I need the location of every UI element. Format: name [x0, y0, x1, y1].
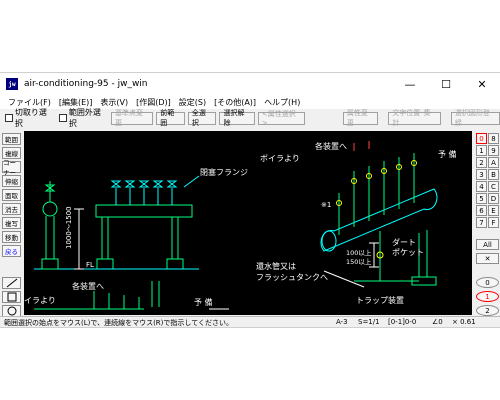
right-layer-panel: 0 8 1 9 2 A 3 B 4 C 5 D 6 E 7 F All ✕ 0 …: [474, 131, 500, 317]
layer-num-0[interactable]: 0: [476, 277, 499, 288]
layer-group-4[interactable]: 4: [476, 181, 487, 192]
layer-group-3[interactable]: 3: [476, 169, 487, 180]
tool-line[interactable]: [2, 277, 21, 289]
layer-group-1[interactable]: 1: [476, 145, 487, 156]
layer-all-button[interactable]: All: [476, 239, 499, 250]
height-dim-text: 1000～1500: [65, 206, 73, 249]
height-dimension: [74, 208, 84, 270]
tool-move[interactable]: 移動: [2, 231, 21, 243]
dirt-pocket-label-2: ポケット: [392, 248, 424, 257]
tool-undo[interactable]: 戻る: [2, 245, 21, 257]
to-devices-label-top: 各装置へ: [315, 141, 347, 151]
valve-row: [110, 175, 200, 205]
deselect-button[interactable]: 選択解除: [219, 109, 255, 127]
register-shape-button[interactable]: 選択図形登録: [450, 109, 500, 127]
trap-label: トラップ装置: [356, 295, 404, 305]
menu-other[interactable]: [その他(A)]: [214, 97, 256, 108]
layer-display[interactable]: [0-1]0-0: [388, 318, 416, 326]
layer-num-2[interactable]: 2: [476, 305, 499, 316]
flow-arrows: [353, 141, 370, 151]
tool-chamfer[interactable]: 面取: [2, 189, 21, 201]
outside-select-checkbox[interactable]: 範囲外選択: [59, 107, 108, 129]
attr-change-button[interactable]: 属性変更: [342, 109, 379, 127]
line-icon: [6, 278, 17, 288]
layer-group-d[interactable]: D: [488, 193, 499, 204]
minimize-button[interactable]: —: [392, 73, 428, 95]
checkbox-box[interactable]: [59, 114, 67, 122]
layer-group-c[interactable]: C: [488, 181, 499, 192]
dim-label-1: 100以上: [346, 248, 372, 257]
to-devices-label-bottom: 各装置へ: [72, 281, 104, 291]
layer-group-a[interactable]: A: [488, 157, 499, 168]
dirt-pocket-label-1: ダート: [392, 237, 416, 247]
angle-display[interactable]: ∠0: [432, 318, 443, 326]
rectangle-icon: [7, 292, 16, 302]
layer-group-9[interactable]: 9: [488, 145, 499, 156]
spare-label-bottom: 予 備: [194, 297, 213, 307]
menu-draw[interactable]: [作図(D)]: [136, 97, 171, 108]
layer-group-b[interactable]: B: [488, 169, 499, 180]
support-rack: [95, 204, 193, 270]
boiler-label-bottom: イラより: [24, 296, 56, 305]
note-mark: ※1: [321, 201, 331, 209]
crop-select-label: 切取り選択: [14, 108, 47, 128]
tool-stretch[interactable]: 伸縮: [2, 175, 21, 187]
header-pipe: [320, 188, 438, 252]
status-bar: 範囲選択の始点をマウス(L)で、連続線をマウス(R)で指示してください。 A-3…: [0, 316, 500, 327]
drawing-canvas[interactable]: 1000～1500 FL 閉塞フランジ ボイラより 各装置へ 予 備 ※1 ダー…: [24, 131, 472, 315]
attr-select-button[interactable]: <属性選択>: [257, 110, 305, 127]
flange-label: 閉塞フランジ: [200, 167, 248, 177]
checkbox-box[interactable]: [5, 114, 13, 122]
close-button[interactable]: ✕: [464, 73, 500, 95]
select-all-button[interactable]: 全選択: [187, 109, 217, 127]
maximize-button[interactable]: ☐: [428, 73, 464, 95]
menu-edit[interactable]: [編集(E)]: [59, 97, 93, 108]
window-title: air-conditioning-95 - jw_win: [24, 79, 148, 89]
base-point-change-button[interactable]: 基準点変更: [111, 109, 154, 127]
piping-drawing: 1000～1500 FL 閉塞フランジ ボイラより 各装置へ 予 備 ※1 ダー…: [24, 141, 457, 310]
menu-view[interactable]: 表示(V): [100, 97, 128, 108]
layer-group-e[interactable]: E: [488, 205, 499, 216]
layer-group-0[interactable]: 0: [476, 133, 487, 144]
crop-select-checkbox[interactable]: 切取り選択: [5, 107, 54, 129]
layer-group-2[interactable]: 2: [476, 157, 487, 168]
layer-group-f[interactable]: F: [488, 217, 499, 228]
selection-toolbar: 切取り選択 範囲外選択 基準点変更 前範囲 全選択 選択解除 <属性選択> 属性…: [0, 107, 500, 129]
menu-settings[interactable]: 設定(S): [179, 97, 206, 108]
layer-group-8[interactable]: 8: [488, 133, 499, 144]
tool-erase[interactable]: 消去: [2, 203, 21, 215]
zoom-display[interactable]: × 0.61: [452, 318, 476, 326]
return-label-2: フラッシュタンクへ: [256, 273, 328, 282]
outside-select-label: 範囲外選択: [68, 108, 101, 128]
layer-num-1[interactable]: 1: [476, 291, 499, 302]
status-message: 範囲選択の始点をマウス(L)で、連続線をマウス(R)で指示してください。: [4, 319, 233, 327]
layer-cross-button[interactable]: ✕: [476, 253, 499, 264]
prev-range-button[interactable]: 前範囲: [156, 109, 185, 127]
menu-help[interactable]: ヘルプ(H): [264, 97, 300, 108]
menu-file[interactable]: ファイル(F): [8, 97, 51, 108]
tool-rect[interactable]: [2, 291, 21, 303]
layer-group-6[interactable]: 6: [476, 205, 487, 216]
paper-size[interactable]: A-3: [336, 318, 348, 326]
jw-app-icon: jw: [6, 78, 18, 90]
return-label-1: 還水管又は: [256, 261, 296, 271]
text-position-button[interactable]: 文字位置･集計: [388, 109, 441, 127]
dim-label-2: 150以上: [346, 257, 372, 266]
title-bar: jw air-conditioning-95 - jw_win — ☐ ✕: [0, 73, 500, 95]
boiler-label-top: ボイラより: [260, 154, 300, 163]
fl-label: FL: [86, 261, 94, 269]
circle-icon: [7, 306, 16, 316]
layer-group-5[interactable]: 5: [476, 193, 487, 204]
layer-group-7[interactable]: 7: [476, 217, 487, 228]
scale-display[interactable]: S=1/1: [358, 318, 380, 326]
tool-range[interactable]: 範囲: [2, 133, 21, 145]
spare-label-top: 予 備: [438, 149, 457, 159]
side-elevation: [41, 181, 59, 270]
left-tool-panel: 範囲 複線 コーナー 伸縮 面取 消去 複写 移動 戻る: [0, 131, 22, 317]
app-window: jw air-conditioning-95 - jw_win — ☐ ✕ ファ…: [0, 72, 500, 328]
tool-corner[interactable]: コーナー: [2, 159, 21, 177]
tool-copy[interactable]: 複写: [2, 217, 21, 229]
